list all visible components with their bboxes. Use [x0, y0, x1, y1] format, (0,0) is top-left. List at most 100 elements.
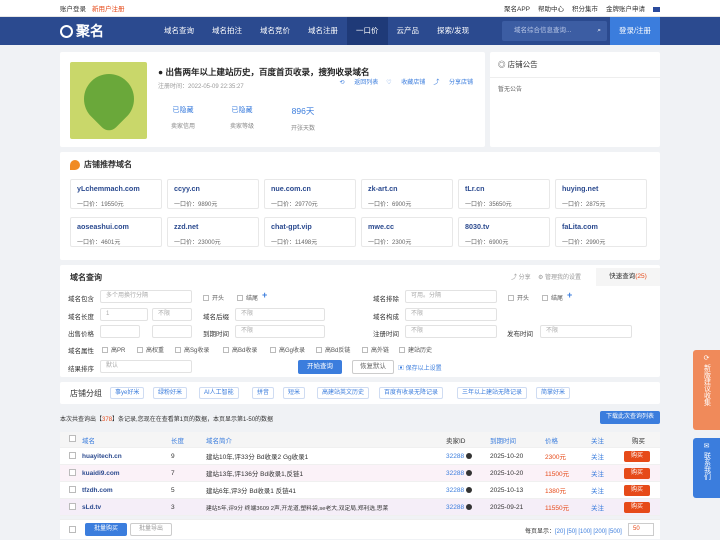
attr-checkbox[interactable]: 建站历史	[399, 345, 432, 354]
app-link[interactable]: 聚名APP	[504, 6, 530, 13]
col-price[interactable]: 价格	[545, 435, 558, 445]
fav-link[interactable]: ♡ 收藏店铺	[386, 80, 425, 86]
register-link[interactable]: 新用户注册	[92, 6, 125, 13]
follow-link[interactable]: 关注	[591, 502, 604, 512]
buy-button[interactable]: 购买	[624, 450, 650, 462]
price-from-input[interactable]	[100, 325, 140, 338]
recommend-item[interactable]: tLr.cn 一口价：35650元	[458, 179, 550, 209]
save-settings-link[interactable]: ▣ 保存以上设置	[398, 363, 442, 372]
recommend-item[interactable]: mwe.cc 一口价：2300元	[361, 217, 453, 247]
row-seller[interactable]: 32288	[446, 504, 473, 511]
nav-item-bidding[interactable]: 域名竞价	[251, 17, 299, 45]
recommend-item[interactable]: yLchemmach.com 一口价：19550元	[70, 179, 162, 209]
select-all-checkbox[interactable]	[69, 526, 76, 533]
buy-button[interactable]: 购买	[624, 501, 650, 513]
row-checkbox[interactable]	[69, 451, 76, 459]
exclude-input[interactable]: 可用。分隔	[405, 290, 497, 303]
recommend-item[interactable]: ccyy.cn 一口价：9890元	[167, 179, 259, 209]
contact-button[interactable]: ✉ 联系我们	[693, 438, 720, 498]
reset-button[interactable]: 恢复默认	[352, 360, 394, 374]
end-checkbox[interactable]: 结尾	[237, 293, 258, 302]
nav-item-explore[interactable]: 探索/发现	[428, 17, 478, 45]
contains-input[interactable]: 多个用换行分隔	[100, 290, 192, 303]
group-tag[interactable]: 拼音	[252, 387, 275, 399]
logo[interactable]: 聚名	[60, 21, 155, 41]
group-tag[interactable]: 短米	[283, 387, 306, 399]
row-seller[interactable]: 32288	[446, 453, 473, 460]
nav-item-fixed-price[interactable]: 一口价	[347, 17, 388, 45]
end2-checkbox[interactable]: 结尾	[542, 293, 563, 302]
batch-export-button[interactable]: 批量导出	[130, 523, 172, 536]
attr-checkbox[interactable]: 高权重	[137, 345, 164, 354]
recommend-item[interactable]: zk-art.cn 一口价：6900元	[361, 179, 453, 209]
group-tag[interactable]: 简掌好米	[536, 387, 571, 399]
price-to-input[interactable]	[152, 325, 192, 338]
row-domain[interactable]: huayitech.cn	[82, 453, 122, 460]
expire-select[interactable]: 不限	[235, 325, 325, 338]
attr-checkbox[interactable]: 高Bd反链	[316, 345, 350, 354]
nav-item-auction[interactable]: 域名拍注	[203, 17, 251, 45]
row-domain[interactable]: kuaidi9.com	[82, 470, 120, 477]
recommend-item[interactable]: aoseashui.com 一口价：4601元	[70, 217, 162, 247]
help-link[interactable]: 帮助中心	[538, 6, 564, 13]
select-all-checkbox[interactable]	[69, 435, 76, 442]
share-link[interactable]: ⤴ 分享	[511, 272, 531, 281]
length-to-select[interactable]: 不限	[152, 308, 192, 321]
group-tag[interactable]: 事ye好米	[110, 387, 145, 399]
group-tag[interactable]: 高建站英文历史	[317, 387, 370, 399]
recommend-item[interactable]: nue.com.cn 一口价：29770元	[264, 179, 356, 209]
row-checkbox[interactable]	[69, 468, 76, 476]
group-tag[interactable]: 百度有收录无降记录	[379, 387, 444, 399]
col-desc[interactable]: 域名简介	[206, 435, 232, 445]
attr-checkbox[interactable]: 高外链	[362, 345, 389, 354]
row-seller[interactable]: 32288	[446, 470, 473, 477]
add-icon[interactable]: +	[262, 290, 267, 300]
buy-button[interactable]: 购买	[624, 484, 650, 496]
login-button[interactable]: 登录/注册	[610, 17, 660, 45]
manage-settings-link[interactable]: ⚙ 管理我的设置	[538, 272, 581, 281]
recommend-item[interactable]: huying.net 一口价：2875元	[555, 179, 647, 209]
group-tag[interactable]: AI人工智能	[199, 387, 239, 399]
recommend-item[interactable]: 8030.tv 一口价：6900元	[458, 217, 550, 247]
row-seller[interactable]: 32288	[446, 487, 473, 494]
struct-select[interactable]: 不限	[405, 308, 497, 321]
recommend-item[interactable]: zzd.net 一口价：23000元	[167, 217, 259, 247]
start2-checkbox[interactable]: 开头	[508, 293, 529, 302]
col-length[interactable]: 长度	[171, 435, 184, 445]
suffix-select[interactable]: 不限	[235, 308, 325, 321]
back-link[interactable]: ⟲ 返回列表	[340, 80, 379, 86]
points-link[interactable]: 积分集市	[572, 6, 598, 13]
nav-item-cloud[interactable]: 云产品	[388, 17, 429, 45]
quick-query-tab[interactable]: 快速查询(25)	[596, 268, 660, 286]
buy-button[interactable]: 购买	[624, 467, 650, 479]
row-domain[interactable]: sLd.tv	[82, 504, 101, 511]
recommend-item[interactable]: chat-gpt.vip 一口价：11498元	[264, 217, 356, 247]
row-checkbox[interactable]	[69, 485, 76, 493]
follow-link[interactable]: 关注	[591, 485, 604, 495]
attr-checkbox[interactable]: 高PR	[102, 345, 125, 354]
length-from-select[interactable]: 1	[100, 308, 148, 321]
reg-select[interactable]: 不限	[405, 325, 497, 338]
follow-link[interactable]: 关注	[591, 451, 604, 461]
feedback-button[interactable]: ⟳ 新版建议收集	[693, 350, 720, 430]
group-tag[interactable]: 三年以上建站无降记录	[457, 387, 528, 399]
start-checkbox[interactable]: 开头	[203, 293, 224, 302]
search-icon[interactable]: ⌕	[597, 21, 601, 41]
flag-icon[interactable]	[653, 6, 660, 12]
login-link[interactable]: 账户登录	[60, 6, 86, 13]
follow-link[interactable]: 关注	[591, 468, 604, 478]
gold-link[interactable]: 金牌账户申请	[606, 6, 645, 13]
sort-select[interactable]: 默认	[100, 360, 192, 373]
nav-item-register[interactable]: 域名注册	[299, 17, 347, 45]
page-size-input[interactable]: 50	[628, 523, 654, 536]
search-button[interactable]: 开始查询	[298, 360, 342, 374]
attr-checkbox[interactable]: 高Gg收录	[270, 345, 305, 354]
attr-checkbox[interactable]: 高Sg收录	[175, 345, 209, 354]
recommend-item[interactable]: faLita.com 一口价：2990元	[555, 217, 647, 247]
attr-checkbox[interactable]: 高Bd收录	[223, 345, 257, 354]
add-icon[interactable]: +	[567, 290, 572, 300]
group-tag[interactable]: 绿粉好米	[153, 387, 188, 399]
download-button[interactable]: 下载此次查询列表	[600, 411, 660, 424]
pub-select[interactable]: 不限	[540, 325, 632, 338]
col-expire[interactable]: 到期时间	[490, 435, 516, 445]
